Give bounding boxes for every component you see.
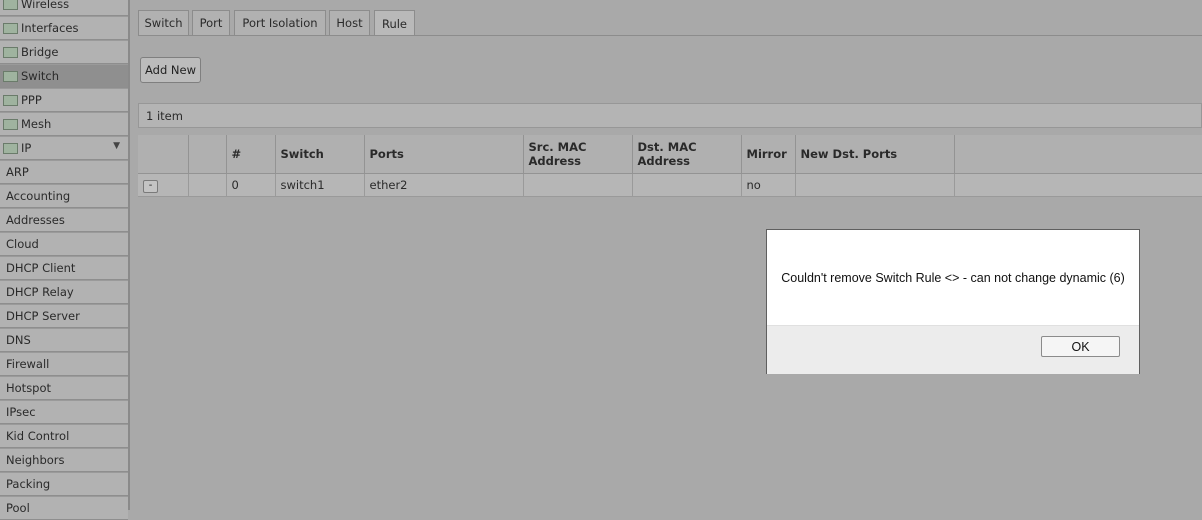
col-header-actions xyxy=(138,135,189,174)
mesh-icon xyxy=(3,118,18,130)
row-actions-cell: - xyxy=(138,173,189,197)
sidebar-item-label: IP xyxy=(21,141,32,155)
col-header-mirror[interactable]: Mirror xyxy=(741,135,796,174)
row-number-cell: 0 xyxy=(226,173,276,197)
sidebar-item-label: Bridge xyxy=(21,45,59,59)
sidebar-item-label: Neighbors xyxy=(6,453,65,467)
sidebar-item-label: Interfaces xyxy=(21,21,79,35)
sidebar-item-label: Kid Control xyxy=(6,429,70,443)
sidebar-item-switch[interactable]: Switch xyxy=(0,65,128,88)
col-header-src-mac[interactable]: Src. MAC Address xyxy=(523,135,633,174)
sidebar-item-label: ARP xyxy=(6,165,29,179)
remove-row-button[interactable]: - xyxy=(143,180,158,193)
tab-label: Port xyxy=(199,16,223,30)
dialog-footer: OK xyxy=(767,325,1139,374)
sidebar-item-neighbors[interactable]: Neighbors xyxy=(0,449,128,472)
tab-label: Port Isolation xyxy=(242,16,318,30)
row-flag-cell xyxy=(188,173,227,197)
sidebar-item-dns[interactable]: DNS xyxy=(0,329,128,352)
row-mirror-cell: no xyxy=(741,173,796,197)
sidebar-item-label: Packing xyxy=(6,477,51,491)
item-count-bar: 1 item xyxy=(138,103,1202,128)
sidebar-item-pool[interactable]: Pool xyxy=(0,497,128,520)
row-src-mac-cell xyxy=(523,173,633,197)
sidebar-menu: Wireless Interfaces Bridge Switch PPP Me… xyxy=(0,0,130,520)
sidebar-item-label: DHCP Relay xyxy=(6,285,74,299)
sidebar-item-dhcp-relay[interactable]: DHCP Relay xyxy=(0,281,128,304)
sidebar-item-label: Pool xyxy=(6,501,30,515)
sidebar-item-firewall[interactable]: Firewall xyxy=(0,353,128,376)
sidebar-item-kid-control[interactable]: Kid Control xyxy=(0,425,128,448)
sidebar-item-accounting[interactable]: Accounting xyxy=(0,185,128,208)
row-filler-cell xyxy=(954,173,1202,197)
table-row[interactable]: - 0 switch1 ether2 no xyxy=(138,173,1202,197)
tab-port[interactable]: Port xyxy=(192,10,230,35)
tab-host[interactable]: Host xyxy=(329,10,370,35)
col-header-dst-mac[interactable]: Dst. MAC Address xyxy=(632,135,742,174)
tab-label: Host xyxy=(336,16,363,30)
sidebar-item-label: Hotspot xyxy=(6,381,52,395)
sidebar-item-wireless[interactable]: Wireless xyxy=(0,0,128,16)
sidebar-item-arp[interactable]: ARP xyxy=(0,161,128,184)
sidebar-item-packing[interactable]: Packing xyxy=(0,473,128,496)
sidebar-item-cloud[interactable]: Cloud xyxy=(0,233,128,256)
tab-port-isolation[interactable]: Port Isolation xyxy=(234,10,326,35)
row-dst-mac-cell xyxy=(632,173,742,197)
dialog-body: Couldn't remove Switch Rule <> - can not… xyxy=(767,230,1139,325)
row-switch-cell: switch1 xyxy=(275,173,365,197)
tab-label: Rule xyxy=(381,16,408,31)
sidebar-item-bridge[interactable]: Bridge xyxy=(0,41,128,64)
add-new-button[interactable]: Add New xyxy=(140,57,201,83)
sidebar-item-addresses[interactable]: Addresses xyxy=(0,209,128,232)
table-header-row: # Switch Ports Src. MAC Address Dst. MAC… xyxy=(138,135,1202,174)
wireless-icon xyxy=(3,0,18,10)
sidebar-item-interfaces[interactable]: Interfaces xyxy=(0,17,128,40)
col-header-ports[interactable]: Ports xyxy=(364,135,524,174)
col-header-flags xyxy=(188,135,227,174)
sidebar-item-dhcp-server[interactable]: DHCP Server xyxy=(0,305,128,328)
sidebar-item-label: IPsec xyxy=(6,405,36,419)
tab-rule[interactable]: Rule xyxy=(374,10,415,36)
sidebar-item-label: Firewall xyxy=(6,357,50,371)
sidebar-item-label: Cloud xyxy=(6,237,39,251)
ok-button[interactable]: OK xyxy=(1041,336,1120,357)
sidebar-item-mesh[interactable]: Mesh xyxy=(0,113,128,136)
col-header-new-dst-ports[interactable]: New Dst. Ports xyxy=(795,135,955,174)
sidebar-item-label: Accounting xyxy=(6,189,71,203)
sidebar-item-label: DHCP Client xyxy=(6,261,76,275)
sidebar-item-label: Switch xyxy=(21,69,60,83)
col-header-filler xyxy=(954,135,1202,174)
sidebar-item-label: DNS xyxy=(6,333,31,347)
ppp-icon xyxy=(3,94,18,106)
row-new-dst-ports-cell xyxy=(795,173,955,197)
sidebar-item-ip[interactable]: IP ▼ xyxy=(0,137,128,160)
bridge-icon xyxy=(3,46,18,58)
sidebar-item-label: Wireless xyxy=(21,0,70,11)
item-count: 1 item xyxy=(146,108,183,123)
sidebar-item-hotspot[interactable]: Hotspot xyxy=(0,377,128,400)
col-header-switch[interactable]: Switch xyxy=(275,135,365,174)
tab-divider xyxy=(138,35,1202,36)
sidebar-item-label: Addresses xyxy=(6,213,65,227)
row-ports-cell: ether2 xyxy=(364,173,524,197)
switch-rule-table: # Switch Ports Src. MAC Address Dst. MAC… xyxy=(138,135,1202,197)
ip-icon xyxy=(3,142,18,154)
sidebar-item-ipsec[interactable]: IPsec xyxy=(0,401,128,424)
sidebar-item-label: PPP xyxy=(21,93,42,107)
sidebar-item-ppp[interactable]: PPP xyxy=(0,89,128,112)
sidebar-item-dhcp-client[interactable]: DHCP Client xyxy=(0,257,128,280)
interfaces-icon xyxy=(3,22,18,34)
dialog-message: Couldn't remove Switch Rule <> - can not… xyxy=(781,270,1125,285)
sidebar-item-label: Mesh xyxy=(21,117,52,131)
sidebar-item-label: DHCP Server xyxy=(6,309,80,323)
chevron-down-icon[interactable]: ▼ xyxy=(113,141,120,151)
error-dialog: Couldn't remove Switch Rule <> - can not… xyxy=(766,229,1140,374)
tab-label: Switch xyxy=(144,16,183,30)
col-header-number[interactable]: # xyxy=(226,135,276,174)
tab-switch[interactable]: Switch xyxy=(138,10,189,35)
switch-icon xyxy=(3,70,18,82)
